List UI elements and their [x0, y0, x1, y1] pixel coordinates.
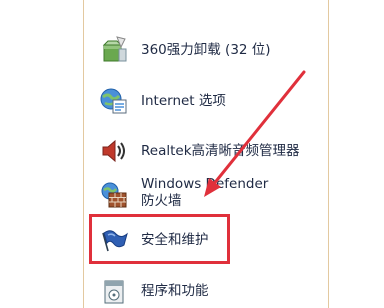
firewall-icon	[99, 180, 129, 210]
item-label: 360强力卸载 (32 位)	[141, 41, 271, 58]
list-item-internet-options[interactable]: Internet 选项	[99, 86, 325, 116]
list-item-360-uninstall[interactable]: 360强力卸载 (32 位)	[99, 35, 325, 65]
item-label: Windows Defender 防火墙	[141, 176, 269, 209]
uninstall-box-icon	[99, 35, 129, 65]
programs-icon	[99, 276, 129, 306]
list-item-windows-defender-firewall[interactable]: Windows Defender 防火墙	[99, 176, 285, 210]
speaker-icon	[99, 136, 129, 166]
security-flag-icon	[99, 225, 129, 255]
item-label: Realtek高清晰音频管理器	[141, 142, 300, 159]
list-item-realtek-audio[interactable]: Realtek高清晰音频管理器	[99, 136, 325, 166]
item-label: Internet 选项	[141, 92, 226, 109]
item-label: 程序和功能	[141, 282, 209, 299]
list-item-programs-features[interactable]: 程序和功能	[99, 276, 325, 306]
control-panel-list: 360强力卸载 (32 位) Internet 选项 Realtek高清晰音频管…	[83, 0, 329, 308]
item-label: 安全和维护	[141, 231, 209, 248]
internet-options-icon	[99, 86, 129, 116]
control-panel-screenshot: 360强力卸载 (32 位) Internet 选项 Realtek高清晰音频管…	[0, 0, 384, 308]
list-item-security-maintenance[interactable]: 安全和维护	[99, 225, 325, 255]
